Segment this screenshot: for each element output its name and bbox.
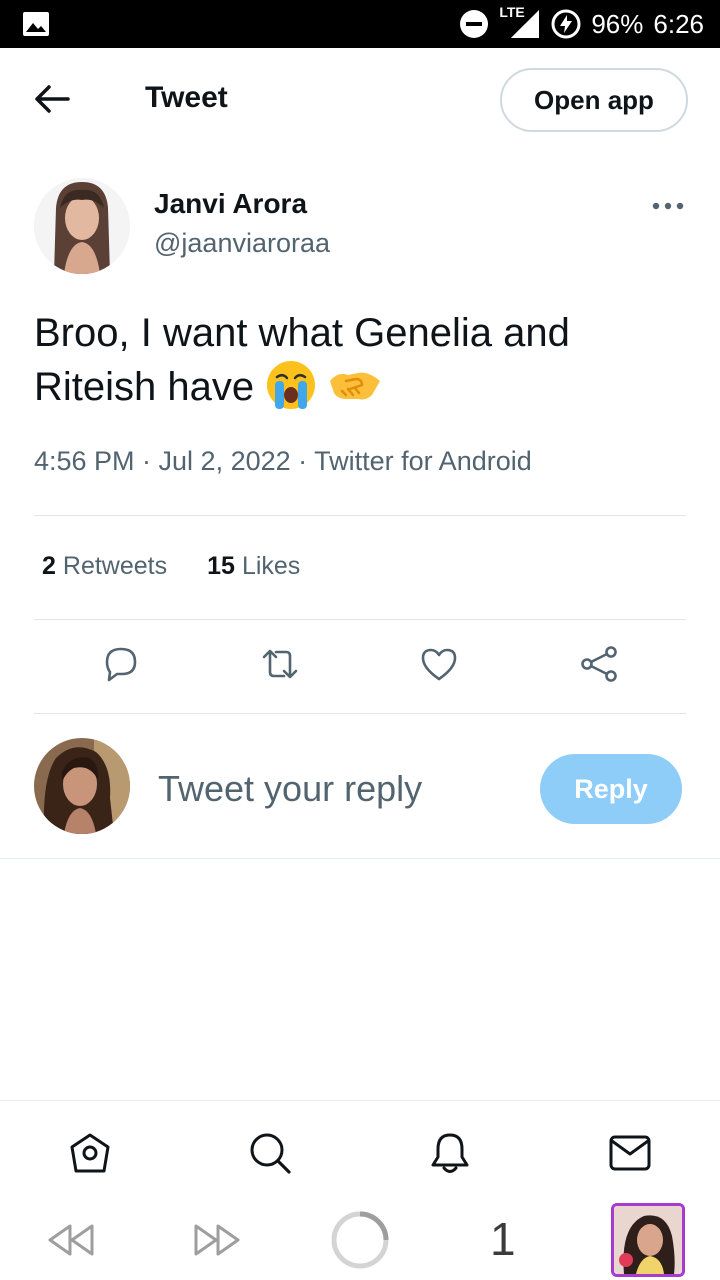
loudly-crying-face-icon [267, 361, 316, 410]
loading-icon[interactable] [330, 1210, 390, 1270]
handshake-icon [330, 373, 381, 400]
page-header: Tweet Open app [0, 48, 720, 152]
likes-label: Likes [241, 552, 301, 580]
open-app-button[interactable]: Open app [500, 68, 688, 132]
reply-input[interactable] [158, 766, 518, 812]
tab-thumbnail[interactable] [611, 1203, 685, 1277]
browser-toolbar: 1 [0, 1200, 720, 1280]
likes-count: 15 [207, 552, 235, 580]
author-handle[interactable]: @jaanviaroraa [154, 228, 330, 259]
back-arrow-icon[interactable] [34, 84, 70, 114]
signal-icon: LTE [499, 4, 541, 40]
clock: 6:26 [653, 8, 704, 39]
more-options-icon[interactable] [648, 196, 688, 216]
divider [34, 713, 686, 714]
battery-level: 96% [591, 8, 644, 39]
notifications-icon[interactable] [428, 1131, 472, 1175]
bottom-navigation [0, 1100, 720, 1200]
author-avatar[interactable] [34, 178, 130, 274]
back-icon[interactable] [46, 1222, 96, 1258]
retweet-icon[interactable] [260, 644, 300, 684]
user-avatar[interactable] [34, 738, 130, 834]
divider [34, 515, 686, 516]
tab-count[interactable]: 1 [490, 1212, 516, 1266]
messages-icon[interactable] [608, 1131, 652, 1175]
reply-button[interactable]: Reply [540, 754, 682, 824]
like-heart-icon[interactable] [419, 644, 459, 684]
battery-saver-icon [551, 9, 581, 39]
retweets-count: 2 [42, 552, 56, 580]
search-icon[interactable] [248, 1131, 292, 1175]
likes-stat[interactable]: 15 Likes [207, 552, 300, 581]
retweets-label: Retweets [62, 552, 168, 580]
retweets-stat[interactable]: 2 Retweets [42, 552, 167, 581]
tweet-stats: 2 Retweets 15 Likes [42, 552, 300, 581]
forward-icon[interactable] [192, 1222, 242, 1258]
reply-icon[interactable] [101, 644, 141, 684]
divider [0, 858, 720, 859]
divider [34, 619, 686, 620]
tweet-timestamp: 4:56 PM · Jul 2, 2022 · Twitter for Andr… [34, 446, 532, 476]
author-name[interactable]: Janvi Arora [154, 188, 307, 220]
do-not-disturb-icon [460, 10, 489, 38]
page-title: Tweet [145, 81, 228, 114]
status-bar: LTE 96% 6:26 [0, 0, 720, 48]
tweet-text: Broo, I want what Genelia and Riteish ha… [34, 306, 684, 414]
home-icon[interactable] [68, 1131, 112, 1175]
gallery-icon [23, 12, 49, 36]
share-icon[interactable] [579, 644, 619, 684]
